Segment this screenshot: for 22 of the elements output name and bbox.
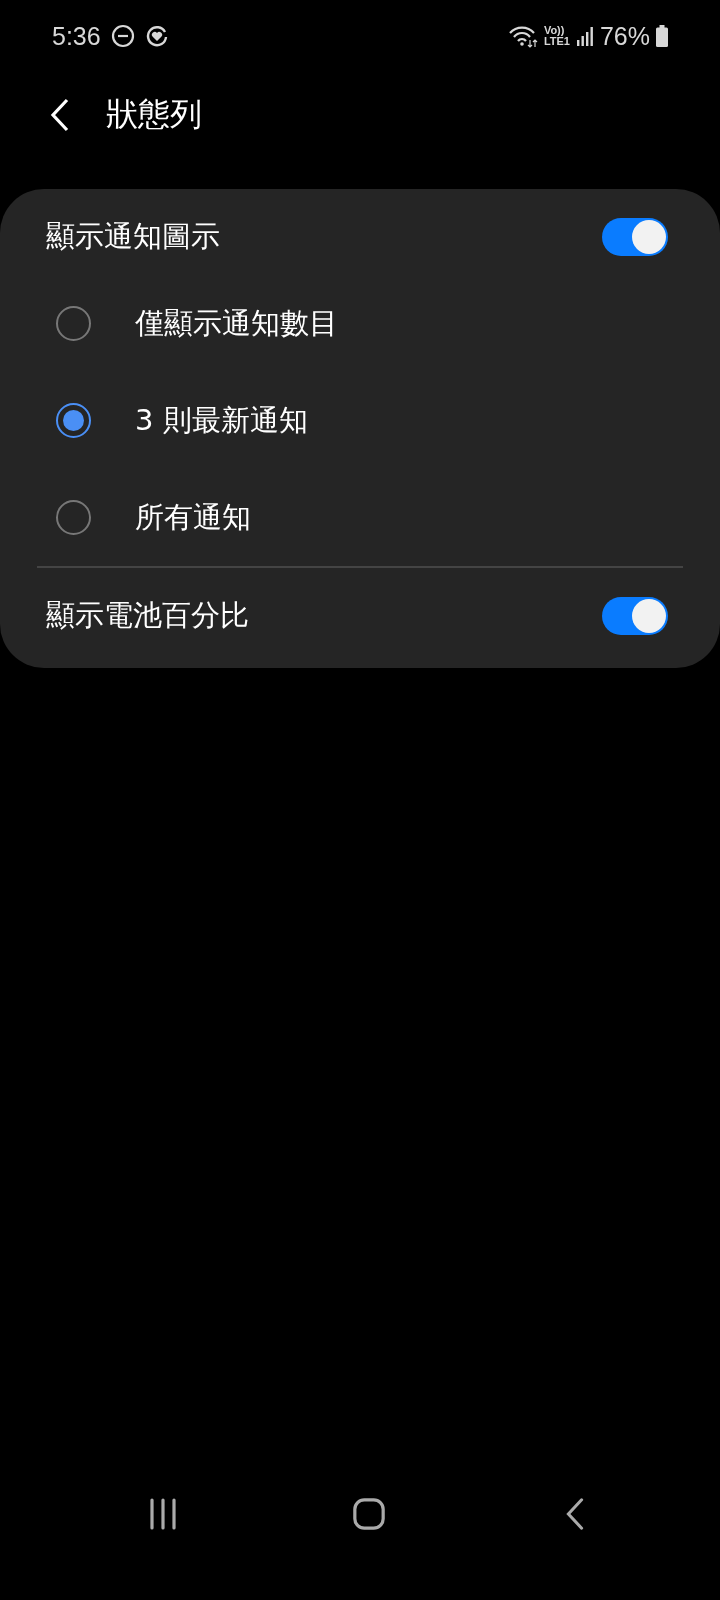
toggle-switch[interactable] [602,597,668,635]
wifi-icon [507,24,538,48]
battery-percent: 76% [599,21,650,51]
radio-button[interactable] [56,500,91,535]
option-label: 所有通知 [135,498,251,536]
volte-label: Vo)) [543,25,565,36]
back-button[interactable] [50,98,70,132]
heart-circle-icon [144,24,169,48]
status-time: 5:36 [52,21,101,51]
home-icon[interactable] [352,1497,386,1531]
setting-label: 顯示電池百分比 [46,597,249,634]
toggle-switch[interactable] [602,218,668,256]
setting-label: 顯示通知圖示 [46,218,220,255]
battery-icon [656,25,668,47]
option-label: 僅顯示通知數目 [135,304,338,342]
signal-icon [575,26,594,46]
radio-button[interactable] [56,403,91,438]
option-label: 3 則最新通知 [135,401,308,439]
do-not-disturb-icon [110,24,135,48]
radio-button[interactable] [56,306,91,341]
page-title: 狀態列 [106,94,202,135]
lte-label: LTE1 [543,36,570,47]
